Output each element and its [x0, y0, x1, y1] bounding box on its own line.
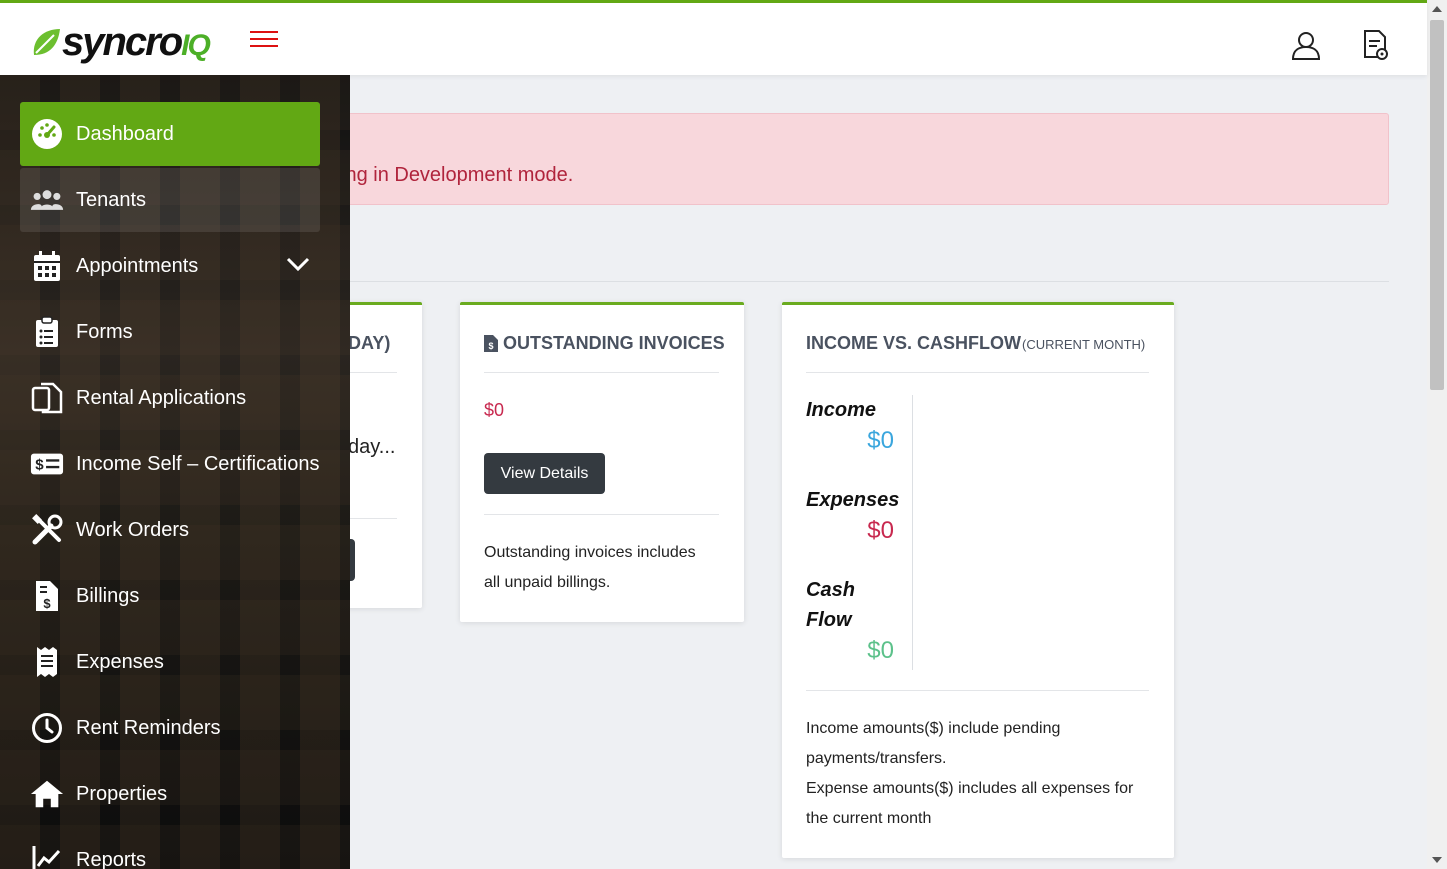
card-divider [806, 690, 1149, 691]
sidebar-item-expenses[interactable]: Expenses [20, 630, 320, 694]
scrollbar-thumb[interactable] [1430, 20, 1444, 390]
chart-line-icon [30, 843, 64, 869]
money-bill-icon: $ [30, 447, 64, 481]
svg-text:$: $ [43, 596, 51, 611]
receipt-icon [30, 645, 64, 679]
syncroiq-logo[interactable]: syncroIQ [30, 17, 211, 67]
sidebar-item-label: Reports [76, 848, 147, 869]
card-divider [348, 518, 397, 519]
dev-mode-alert: ing in Development mode. [340, 113, 1389, 205]
scroll-up-arrow-icon[interactable] [1432, 6, 1442, 12]
income-card-title: INCOME VS. CASHFLOW [806, 333, 1021, 353]
partial-card-title: DAY) [348, 333, 391, 353]
income-note-line4: the current month [806, 810, 932, 827]
alert-text: ing in Development mode. [341, 164, 574, 186]
card-divider [484, 514, 719, 515]
card-divider [484, 372, 719, 373]
invoice-dollar-icon: $ [30, 579, 64, 613]
income-note-line2: payments/transfers. [806, 750, 947, 767]
sidebar-item-label: Dashboard [76, 122, 174, 145]
users-icon [30, 183, 64, 217]
card-divider [348, 372, 397, 373]
cashflow-label-line2: Flow [806, 609, 852, 631]
expenses-value: $0 [867, 517, 894, 544]
sidebar-item-billings[interactable]: $ Billings [20, 564, 320, 628]
cashflow-label-line1: Cash [806, 579, 855, 601]
calendar-icon [30, 249, 64, 283]
sidebar-item-tenants[interactable]: Tenants [20, 168, 320, 232]
income-card-subtitle: (CURRENT MONTH) [1022, 337, 1146, 352]
sidebar-item-label: Rent Reminders [76, 716, 221, 739]
sidebar-item-rental-applications[interactable]: Rental Applications [20, 366, 320, 430]
sidebar-item-label: Rental Applications [76, 386, 247, 409]
invoices-card-title: OUTSTANDING INVOICES [503, 333, 725, 353]
sidebar: Dashboard Tenants Appointments Forms Ren… [0, 75, 350, 869]
outstanding-invoices-card: $ OUTSTANDING INVOICES $0 View Details O… [460, 302, 744, 622]
partial-card-text: day... [348, 436, 396, 458]
sidebar-item-dashboard[interactable]: Dashboard [20, 102, 320, 166]
menu-toggle-icon[interactable] [250, 31, 278, 51]
view-details-button[interactable]: View Details [484, 453, 605, 494]
invoices-description-line2: all unpaid billings. [484, 574, 611, 591]
sidebar-item-label: Income Self – Certifications [76, 452, 320, 475]
logo-text: syncroIQ [62, 20, 211, 64]
svg-text:$: $ [35, 457, 44, 474]
income-note-line1: Income amounts($) include pending [806, 720, 1061, 737]
income-cashflow-card: INCOME VS. CASHFLOW (CURRENT MONTH) Inco… [782, 302, 1174, 858]
copy-icon [30, 381, 64, 415]
cashflow-value: $0 [867, 637, 894, 664]
clipboard-icon [30, 315, 64, 349]
sidebar-item-reports[interactable]: Reports [20, 828, 320, 869]
sidebar-item-label: Tenants [76, 188, 147, 211]
sidebar-item-appointments[interactable]: Appointments [20, 234, 320, 298]
document-settings-icon[interactable] [1362, 29, 1394, 61]
sidebar-item-label: Forms [76, 320, 133, 343]
home-icon [30, 777, 64, 811]
sidebar-item-rent-reminders[interactable]: Rent Reminders [20, 696, 320, 760]
invoices-card-header: $ OUTSTANDING INVOICES [484, 333, 725, 354]
tools-icon [30, 513, 64, 547]
sidebar-item-properties[interactable]: Properties [20, 762, 320, 826]
gauge-icon [30, 117, 64, 151]
metric-column-divider [912, 395, 913, 670]
top-bar: syncroIQ [0, 0, 1427, 75]
page-scrollbar[interactable] [1427, 0, 1447, 869]
file-invoice-icon: $ [484, 335, 498, 352]
income-note-line3: Expense amounts($) includes all expenses… [806, 780, 1134, 797]
invoices-description-line1: Outstanding invoices includes [484, 544, 696, 561]
sidebar-item-income-certifications[interactable]: $ Income Self – Certifications [20, 432, 320, 496]
sidebar-item-label: Billings [76, 584, 140, 607]
sidebar-item-work-orders[interactable]: Work Orders [20, 498, 320, 562]
clock-icon [30, 711, 64, 745]
leaf-logo-icon [33, 29, 60, 55]
chevron-down-icon[interactable] [286, 256, 310, 272]
sidebar-item-label: Expenses [76, 650, 164, 673]
sidebar-item-label: Work Orders [76, 518, 189, 541]
section-divider [350, 281, 1389, 282]
scroll-down-arrow-icon[interactable] [1432, 857, 1442, 863]
income-label: Income [806, 399, 877, 421]
sidebar-item-label: Appointments [76, 254, 199, 277]
sidebar-item-forms[interactable]: Forms [20, 300, 320, 364]
user-icon[interactable] [1290, 29, 1322, 61]
invoices-amount: $0 [484, 400, 505, 420]
svg-text:$: $ [488, 341, 493, 351]
expenses-label: Expenses [806, 489, 900, 511]
income-value: $0 [867, 427, 894, 454]
sidebar-item-label: Properties [76, 782, 168, 805]
card-divider [806, 372, 1149, 373]
